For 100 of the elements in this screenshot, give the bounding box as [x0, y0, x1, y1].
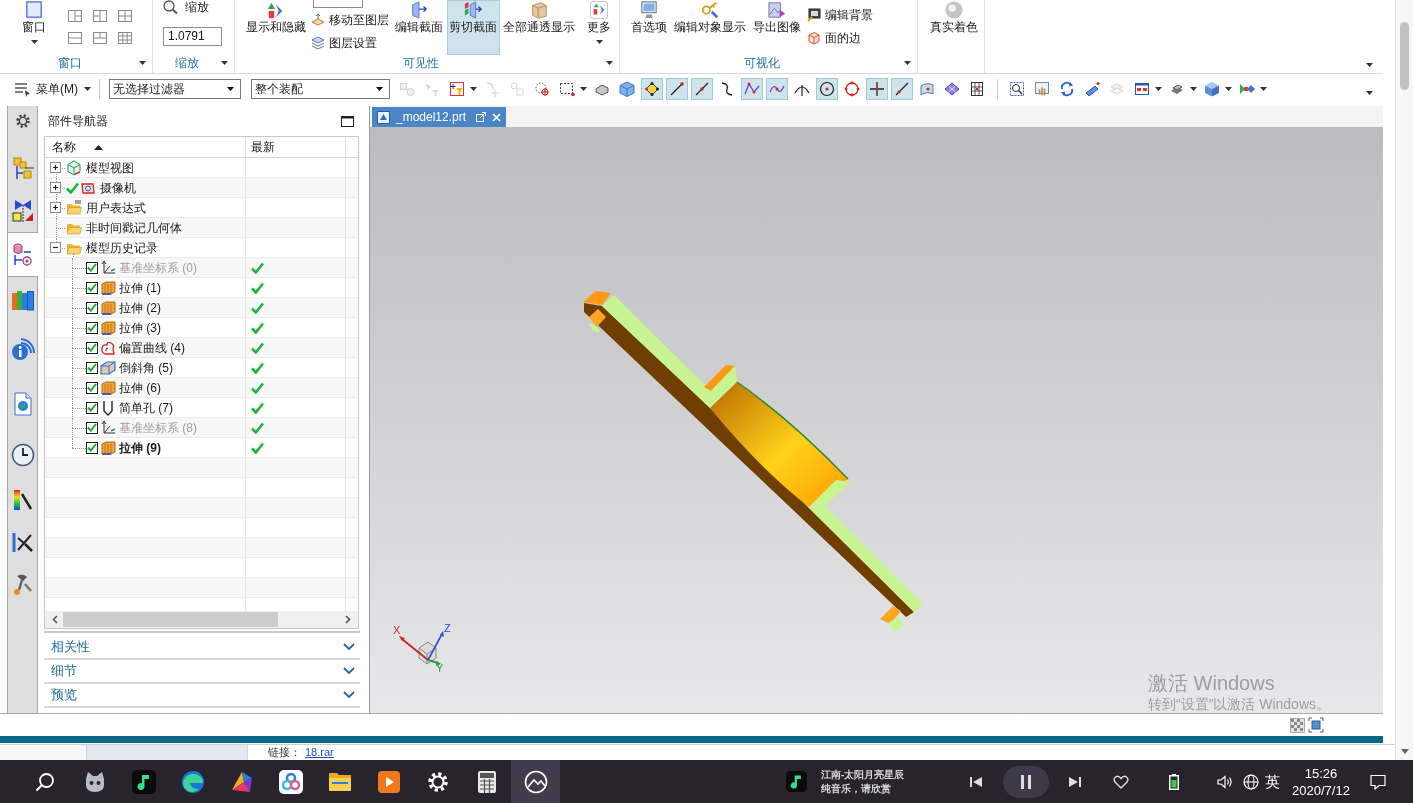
caret-icon[interactable]: [1155, 87, 1162, 91]
filter-dropdown[interactable]: 整个装配: [251, 79, 390, 99]
view-layout-icon[interactable]: [68, 10, 82, 22]
music-note-icon[interactable]: [786, 771, 807, 792]
plus-box-icon[interactable]: [50, 162, 61, 173]
battery-icon[interactable]: [1169, 773, 1179, 790]
caret-icon[interactable]: [227, 87, 234, 91]
scrollbar-thumb[interactable]: [1400, 22, 1409, 90]
checkbox[interactable]: [86, 261, 98, 274]
section-header[interactable]: 预览: [44, 684, 360, 708]
ribbon-button[interactable]: 编辑对象显示: [671, 0, 749, 55]
file-link[interactable]: 18.rar: [305, 745, 334, 759]
view-layout-icon[interactable]: [68, 32, 82, 44]
zoom-button[interactable]: 缩放: [163, 0, 222, 14]
ribbon-command[interactable]: 移动至图层: [311, 8, 390, 31]
ribbon-button[interactable]: 更多: [579, 0, 619, 55]
tree-item[interactable]: 拉伸 (9): [119, 440, 161, 455]
zoom-field[interactable]: 1.0791: [163, 27, 222, 46]
tree-item[interactable]: 用户表达式: [86, 200, 146, 215]
ribbon-button[interactable]: 剪切截面: [446, 0, 500, 55]
checkered-icon[interactable]: [1290, 717, 1305, 733]
caret-icon[interactable]: [1260, 87, 1267, 91]
ribbon-button[interactable]: 真实着色: [927, 0, 981, 55]
checkbox[interactable]: [86, 301, 98, 314]
maximize-icon[interactable]: [341, 115, 354, 127]
pause-button[interactable]: [1003, 765, 1049, 798]
minus-box-icon[interactable]: [50, 242, 61, 253]
plus-box-icon[interactable]: [50, 202, 61, 213]
checkbox[interactable]: [86, 381, 98, 394]
caret-icon[interactable]: [1366, 63, 1373, 67]
ribbon-button[interactable]: 导出图像: [750, 0, 804, 55]
ribbon-button[interactable]: 窗口: [14, 0, 54, 55]
caret-icon[interactable]: [376, 87, 383, 91]
toolbar-button[interactable]: [641, 78, 663, 100]
checkbox[interactable]: [86, 321, 98, 334]
notification-icon[interactable]: [1370, 773, 1386, 790]
ribbon-button[interactable]: 首选项: [628, 0, 670, 55]
tree-item[interactable]: 拉伸 (2): [119, 300, 161, 315]
caret-icon[interactable]: [595, 40, 603, 44]
ribbon-button[interactable]: 编辑截面: [392, 0, 446, 55]
section-header[interactable]: 相关性: [44, 636, 360, 660]
caret-icon[interactable]: [221, 60, 228, 65]
scroll-right-icon[interactable]: [345, 615, 351, 624]
tree-item[interactable]: 拉伸 (3): [119, 320, 161, 335]
caret-icon[interactable]: [606, 60, 613, 65]
tree-item[interactable]: 拉伸 (1): [119, 280, 161, 295]
next-icon[interactable]: [1068, 774, 1082, 789]
checkbox[interactable]: [86, 441, 98, 454]
frame-icon[interactable]: [1308, 717, 1324, 733]
toolbar-button[interactable]: [866, 78, 888, 100]
filter-dropdown[interactable]: 无选择过滤器: [109, 79, 241, 99]
checkbox[interactable]: [86, 361, 98, 374]
view-layout-icon[interactable]: [118, 32, 132, 44]
tree-item[interactable]: 模型历史记录: [86, 240, 158, 255]
caret-icon[interactable]: [1190, 87, 1197, 91]
menu-button[interactable]: 菜单(M): [12, 78, 93, 100]
ribbon-button[interactable]: 全部通透显示: [500, 0, 578, 55]
caret-icon[interactable]: [139, 60, 146, 65]
checkbox[interactable]: [86, 401, 98, 414]
plus-box-icon[interactable]: [50, 182, 61, 193]
column-header[interactable]: 最新: [246, 137, 346, 157]
tree-item[interactable]: 倒斜角 (5): [119, 360, 173, 375]
input-field[interactable]: [313, 0, 364, 8]
caret-icon[interactable]: [1225, 87, 1232, 91]
tree-item[interactable]: 模型视图: [86, 160, 134, 175]
scrollbar-thumb[interactable]: [63, 612, 278, 627]
view-layout-icon[interactable]: [93, 32, 107, 44]
scroll-down-icon[interactable]: [1400, 749, 1409, 754]
section-header[interactable]: 细节: [44, 660, 360, 684]
tree-item[interactable]: 偏置曲线 (4): [119, 340, 185, 355]
globe-icon[interactable]: [1243, 773, 1259, 790]
previous-icon[interactable]: [969, 774, 983, 789]
input-method-indicator[interactable]: 英: [1265, 772, 1280, 791]
close-icon[interactable]: [492, 112, 502, 122]
ribbon-command[interactable]: 面的边: [807, 26, 873, 49]
caret-icon[interactable]: [30, 40, 38, 44]
document-tab[interactable]: _model12.prt: [372, 107, 507, 127]
column-header[interactable]: 名称: [45, 137, 246, 157]
caret-icon[interactable]: [904, 60, 911, 65]
ribbon-command[interactable]: 图层设置: [311, 31, 390, 54]
ribbon-button[interactable]: 显示和隐藏: [243, 0, 309, 55]
caret-icon[interactable]: [84, 87, 91, 91]
view-layout-icon[interactable]: [93, 10, 107, 22]
caret-icon[interactable]: [1366, 91, 1373, 95]
tree-item[interactable]: 简单孔 (7): [119, 400, 173, 415]
checkbox[interactable]: [86, 421, 98, 434]
view-layout-icon[interactable]: [118, 10, 132, 22]
heart-icon[interactable]: [1113, 774, 1129, 789]
checkbox[interactable]: [86, 281, 98, 294]
scroll-left-icon[interactable]: [52, 615, 58, 624]
speaker-icon[interactable]: [1217, 774, 1233, 789]
checkbox[interactable]: [86, 341, 98, 354]
caret-icon[interactable]: [580, 87, 587, 91]
caret-icon[interactable]: [470, 87, 477, 91]
search-icon[interactable]: [35, 771, 55, 792]
toolbar-button[interactable]: [816, 78, 838, 100]
ribbon-command[interactable]: 编辑背景: [807, 3, 873, 26]
taskbar-app[interactable]: [511, 760, 560, 803]
tree-item[interactable]: 摄像机: [100, 180, 136, 195]
pop-out-icon[interactable]: [476, 112, 487, 122]
